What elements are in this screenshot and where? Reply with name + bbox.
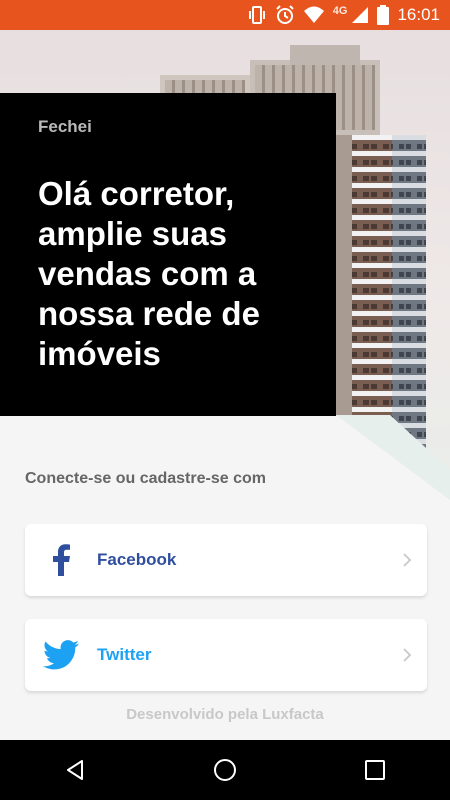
status-bar: 4G 16:01 xyxy=(0,0,450,30)
twitter-logo-icon xyxy=(25,640,97,670)
facebook-login-button[interactable]: Facebook xyxy=(25,524,427,596)
chevron-right-icon xyxy=(387,552,427,568)
twitter-label: Twitter xyxy=(97,645,152,664)
recents-icon[interactable] xyxy=(345,740,405,800)
vibrate-icon xyxy=(248,6,265,24)
navigation-bar xyxy=(0,740,450,800)
battery-icon xyxy=(377,5,390,25)
chevron-right-icon xyxy=(387,647,427,663)
alarm-icon xyxy=(276,5,294,24)
network-type: 4G xyxy=(332,5,348,17)
home-icon[interactable] xyxy=(195,740,255,800)
status-icons: 4G 16:01 xyxy=(247,0,440,30)
brand-name: Fechei xyxy=(38,117,92,136)
signal-icon xyxy=(352,7,369,23)
footer-credit: Desenvolvido pela Luxfacta xyxy=(126,706,324,723)
hero-headline: Olá corretor, amplie suas vendas com a n… xyxy=(38,175,260,372)
twitter-login-button[interactable]: Twitter xyxy=(25,619,427,691)
clock: 16:01 xyxy=(397,5,440,24)
wifi-icon xyxy=(303,6,324,23)
facebook-label: Facebook xyxy=(97,550,177,569)
connect-prompt: Conecte-se ou cadastre-se com xyxy=(25,470,266,487)
back-icon[interactable] xyxy=(45,740,105,800)
facebook-logo-icon xyxy=(25,544,97,576)
